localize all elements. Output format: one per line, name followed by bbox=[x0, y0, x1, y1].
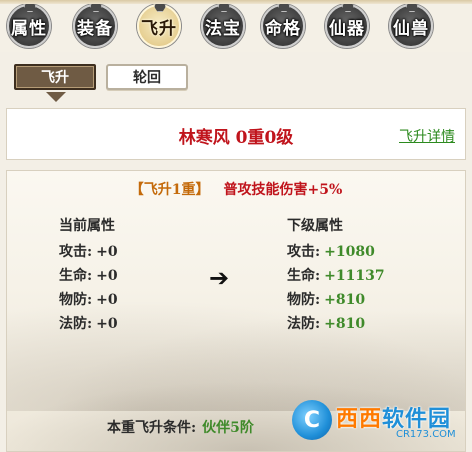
stat-key: 法防: bbox=[59, 316, 93, 332]
tab-label: 属性 bbox=[11, 18, 47, 39]
stat-key: 物防: bbox=[287, 292, 321, 308]
watermark-text: 西西软件园 CR173.COM bbox=[336, 401, 456, 440]
character-name-panel: 林寒风 0重0级 飞升详情 bbox=[6, 108, 466, 160]
tab-label: 装备 bbox=[77, 18, 113, 39]
subtab-reincarnation[interactable]: 轮回 bbox=[106, 64, 188, 90]
stat-value: +1080 bbox=[324, 244, 375, 260]
tab-label: 仙器 bbox=[329, 18, 365, 39]
stage-header: 【飞升1重】 普攻技能伤害+5% bbox=[7, 179, 465, 199]
tab-label: 法宝 bbox=[205, 18, 241, 39]
tab-label: 飞升 bbox=[141, 18, 177, 39]
subtab-ascension[interactable]: 飞升 bbox=[14, 64, 96, 90]
stat-key: 攻击: bbox=[59, 244, 93, 260]
tab-destiny[interactable]: 命格 bbox=[258, 4, 308, 48]
next-stat-row: 物防: +810 bbox=[287, 289, 365, 309]
stat-value: +0 bbox=[96, 244, 118, 260]
next-stats-title: 下级属性 bbox=[287, 218, 343, 234]
active-subtab-pointer-icon bbox=[46, 92, 66, 102]
tab-treasure[interactable]: 法宝 bbox=[198, 4, 248, 48]
current-stat-row: 物防: +0 bbox=[59, 289, 118, 309]
stat-key: 生命: bbox=[59, 268, 93, 284]
next-stat-row: 生命: +11137 bbox=[287, 265, 385, 285]
tab-equipment[interactable]: 装备 bbox=[70, 4, 120, 48]
stage-effect: 普攻技能伤害+5% bbox=[223, 182, 343, 198]
tab-label: 仙兽 bbox=[393, 18, 429, 39]
stat-key: 法防: bbox=[287, 316, 321, 332]
tab-ascension[interactable]: 飞升 bbox=[134, 4, 184, 48]
current-stat-row: 法防: +0 bbox=[59, 313, 118, 333]
stat-value: +0 bbox=[96, 316, 118, 332]
next-stat-row: 攻击: +1080 bbox=[287, 241, 375, 261]
stat-value: +0 bbox=[96, 268, 118, 284]
stat-value: +810 bbox=[324, 292, 366, 308]
condition-value: 伙伴5阶 bbox=[202, 420, 254, 436]
stat-value: +810 bbox=[324, 316, 366, 332]
ascension-condition: 本重飞升条件: 伙伴5阶 bbox=[107, 417, 254, 437]
right-arrow-icon: ➔ bbox=[209, 264, 230, 292]
stage-label: 【飞升1重】 bbox=[129, 182, 210, 198]
watermark-logo-icon: C bbox=[292, 400, 332, 440]
stat-key: 攻击: bbox=[287, 244, 321, 260]
tab-artifact[interactable]: 仙器 bbox=[322, 4, 372, 48]
stat-key: 生命: bbox=[287, 268, 321, 284]
character-name-level: 林寒风 0重0级 bbox=[178, 128, 294, 148]
tab-attributes[interactable]: 属性 bbox=[4, 4, 54, 48]
current-stat-row: 攻击: +0 bbox=[59, 241, 118, 261]
tab-beast[interactable]: 仙兽 bbox=[386, 4, 436, 48]
site-watermark: C 西西软件园 CR173.COM bbox=[292, 398, 462, 442]
stat-key: 物防: bbox=[59, 292, 93, 308]
condition-label: 本重飞升条件: bbox=[107, 420, 197, 436]
stat-value: +0 bbox=[96, 292, 118, 308]
watermark-sub-text: CR173.COM bbox=[396, 428, 456, 440]
tab-label: 命格 bbox=[265, 18, 301, 39]
ascension-details-link[interactable]: 飞升详情 bbox=[399, 126, 455, 146]
current-stat-row: 生命: +0 bbox=[59, 265, 118, 285]
next-stat-row: 法防: +810 bbox=[287, 313, 365, 333]
stat-value: +11137 bbox=[324, 268, 385, 284]
top-tab-bar: 属性 装备 飞升 法宝 命格 仙器 仙兽 bbox=[0, 0, 472, 52]
current-stats-title: 当前属性 bbox=[59, 218, 115, 234]
